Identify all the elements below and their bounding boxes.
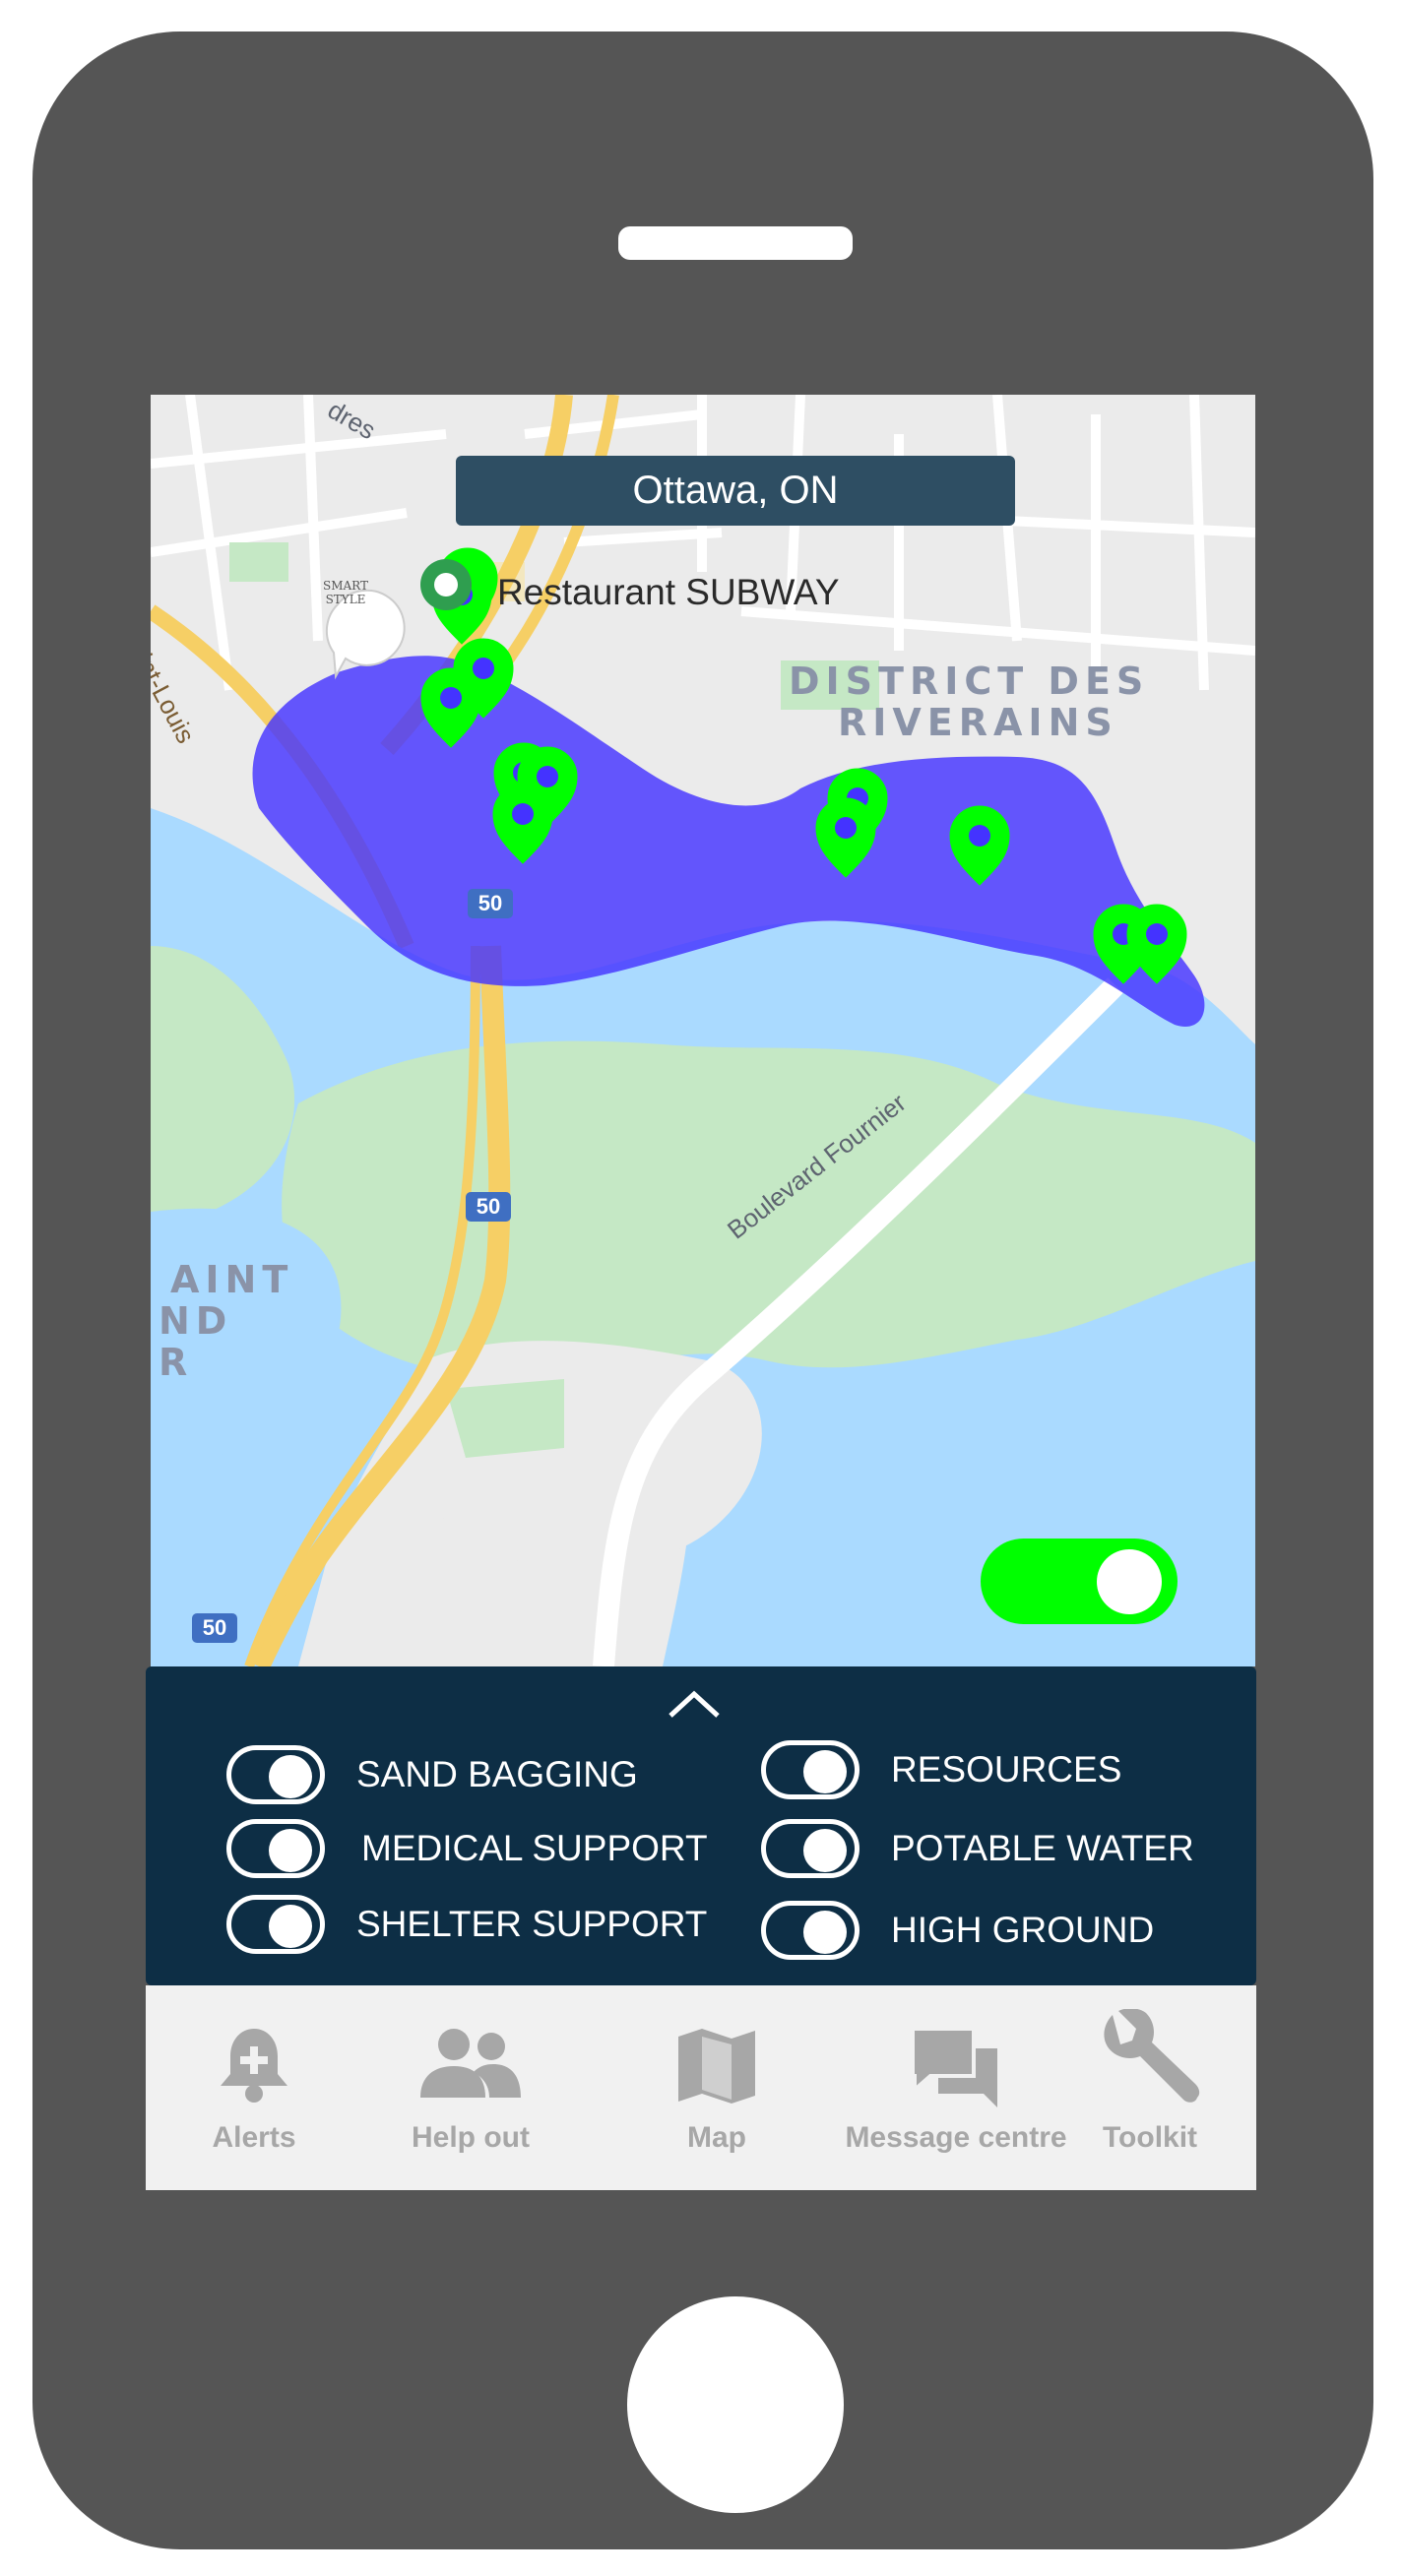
tab-toolkit[interactable]: Toolkit	[1076, 1985, 1224, 2190]
highway-shield-3: 50	[468, 889, 513, 918]
wrench-icon	[1104, 2009, 1200, 2103]
toggle-switch[interactable]	[226, 1745, 325, 1804]
location-title: Ottawa, ON	[632, 469, 839, 512]
toggle-knob	[1097, 1549, 1162, 1614]
tab-label: Toolkit	[1102, 2121, 1198, 2154]
filter-high-ground[interactable]: HIGH GROUND	[761, 1901, 1154, 1960]
phone-speaker	[618, 226, 853, 260]
toggle-switch[interactable]	[226, 1895, 325, 1954]
tab-alerts[interactable]: Alerts	[190, 1985, 318, 2190]
toggle-switch[interactable]	[226, 1819, 325, 1878]
map-view[interactable]: Ottawa, ON Restaurant SUBWAY SMART STYLE…	[151, 395, 1255, 1666]
filter-sand-bagging[interactable]: SAND BAGGING	[226, 1745, 638, 1804]
store-logo: SMART STYLE	[322, 579, 368, 606]
chat-icon	[911, 2027, 997, 2107]
filter-label: MEDICAL SUPPORT	[361, 1828, 708, 1868]
highway-shield-2: 50	[192, 1613, 237, 1643]
tab-message-centre[interactable]: Message centre	[818, 1985, 1094, 2190]
filter-panel: SAND BAGGING MEDICAL SUPPORT SHELTER SUP…	[146, 1666, 1256, 1985]
bottom-tab-bar: Alerts Help out Map Message centre Toolk…	[146, 1985, 1256, 2190]
tab-label: Map	[687, 2121, 746, 2154]
bell-plus-icon	[221, 2029, 287, 2103]
filter-label: RESOURCES	[891, 1749, 1122, 1790]
tab-label: Help out	[412, 2121, 530, 2154]
filter-resources[interactable]: RESOURCES	[761, 1740, 1121, 1799]
toggle-switch[interactable]	[761, 1740, 860, 1799]
tab-help-out[interactable]: Help out	[387, 1985, 554, 2190]
area-label-2: ND	[159, 1299, 233, 1343]
toggle-switch[interactable]	[761, 1901, 860, 1960]
tab-map[interactable]: Map	[638, 1985, 796, 2190]
map-layer-toggle[interactable]	[981, 1539, 1178, 1624]
tab-label: Message centre	[845, 2121, 1067, 2154]
filter-label: HIGH GROUND	[891, 1910, 1155, 1950]
highway-shield: 50	[466, 1192, 511, 1222]
area-label-1: AINT	[170, 1258, 294, 1301]
area-label-3: R	[159, 1341, 194, 1384]
tab-label: Alerts	[212, 2121, 296, 2154]
filter-label: SHELTER SUPPORT	[356, 1904, 708, 1944]
filter-label: POTABLE WATER	[891, 1828, 1194, 1868]
district-label-1: DISTRICT DES	[789, 660, 1150, 703]
location-header[interactable]: Ottawa, ON	[456, 456, 1015, 526]
filter-shelter-support[interactable]: SHELTER SUPPORT	[226, 1895, 707, 1954]
home-button[interactable]	[627, 2296, 844, 2513]
people-icon	[420, 2029, 521, 2098]
toggle-switch[interactable]	[761, 1819, 860, 1878]
filter-potable-water[interactable]: POTABLE WATER	[761, 1819, 1194, 1878]
map-icon	[678, 2029, 755, 2104]
poi-label[interactable]: Restaurant SUBWAY	[497, 572, 840, 613]
chevron-up-icon[interactable]	[665, 1686, 724, 1722]
filter-medical-support[interactable]: MEDICAL SUPPORT	[226, 1819, 708, 1878]
district-label-2: RIVERAINS	[838, 701, 1118, 744]
filter-label: SAND BAGGING	[356, 1754, 638, 1794]
